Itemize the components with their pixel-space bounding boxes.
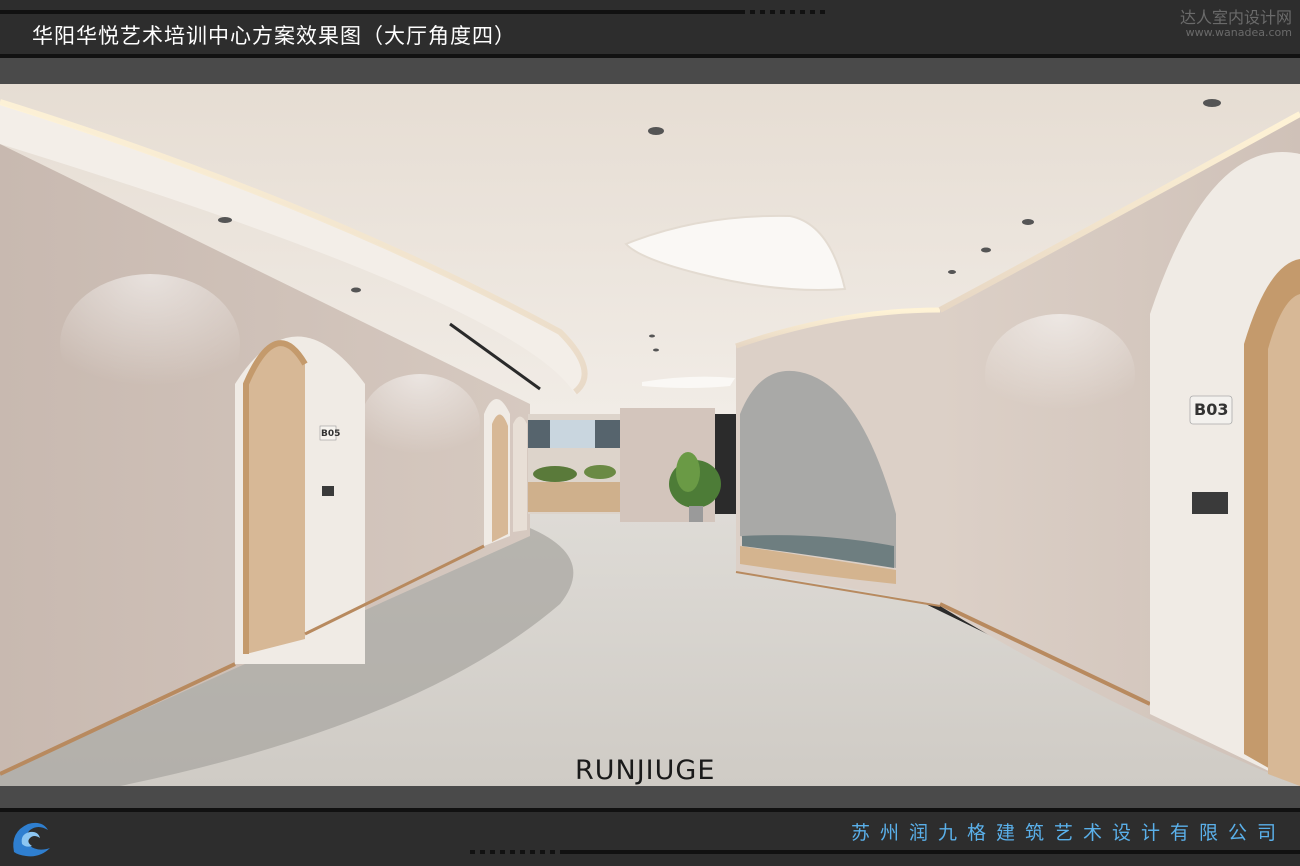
brand-mark: RUNJIUGE [575,755,716,786]
downlight [981,247,991,253]
header-rule [0,10,740,14]
right-room-sign: B03 [1194,400,1229,419]
swirl-logo-icon [13,822,50,857]
footer-dotted-rule [470,850,560,854]
left-light-switch [322,486,334,496]
right-door [1268,294,1300,786]
rendering-image: B05 B03 [0,84,1300,786]
top-strip [0,58,1300,84]
footer-rule [560,850,1300,854]
cabinet [528,482,620,512]
header-dotted-rule [740,10,830,14]
right-light-switch [1192,492,1228,514]
company-name: 苏州润九格建筑艺术设计有限公司 [850,822,1286,844]
downlight [218,217,232,223]
downlight [351,287,361,293]
watermark-url: www.wanadea.com [1185,26,1292,39]
bottom-strip [0,786,1300,808]
hallway-render [0,84,1300,786]
page-title: 华阳华悦艺术培训中心方案效果图（大厅角度四） [32,24,516,48]
left-door [246,343,305,654]
footer-top-rule [0,808,1300,812]
downlight [1022,219,1034,225]
left-room-sign: B05 [321,429,341,439]
downlight [649,334,655,338]
downlight [1203,99,1221,107]
watermark-text: 达人室内设计网 [1179,8,1292,27]
downlight [948,270,956,274]
downlight [648,127,664,135]
downlight [653,348,659,352]
